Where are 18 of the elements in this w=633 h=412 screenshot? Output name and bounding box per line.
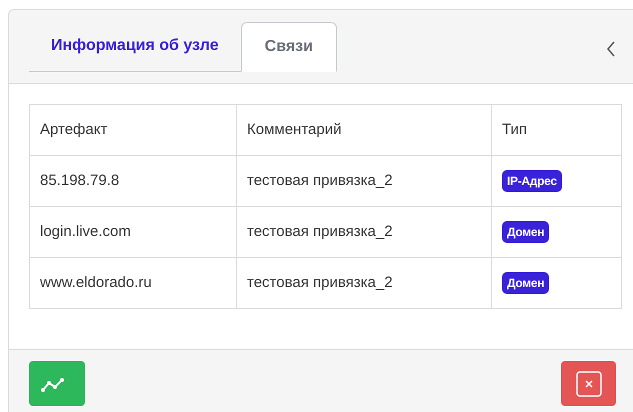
table-cell: тестовая привязка_2 <box>236 258 492 308</box>
table-cell: www.eldorado.ru <box>30 258 236 308</box>
column-header: Тип <box>492 104 622 156</box>
chevron-left-icon[interactable] <box>606 41 616 57</box>
table-cell: login.live.com <box>30 206 236 258</box>
tab[interactable]: Связи <box>240 22 337 72</box>
close-button[interactable] <box>561 361 616 406</box>
type-badge: Домен <box>502 220 550 243</box>
close-icon <box>576 370 602 396</box>
tab[interactable]: Информация об узле <box>29 21 241 71</box>
table-cell: тестовая привязка_2 <box>236 156 492 206</box>
column-header: Комментарий <box>236 104 492 156</box>
table-cell: 85.198.79.8 <box>30 156 236 206</box>
column-header: Артефакт <box>30 104 236 156</box>
table-cell: тестовая привязка_2 <box>236 206 492 258</box>
type-badge: Домен <box>502 272 550 294</box>
type-badge: IP-Адрес <box>502 170 562 192</box>
chart-button[interactable] <box>29 361 85 406</box>
